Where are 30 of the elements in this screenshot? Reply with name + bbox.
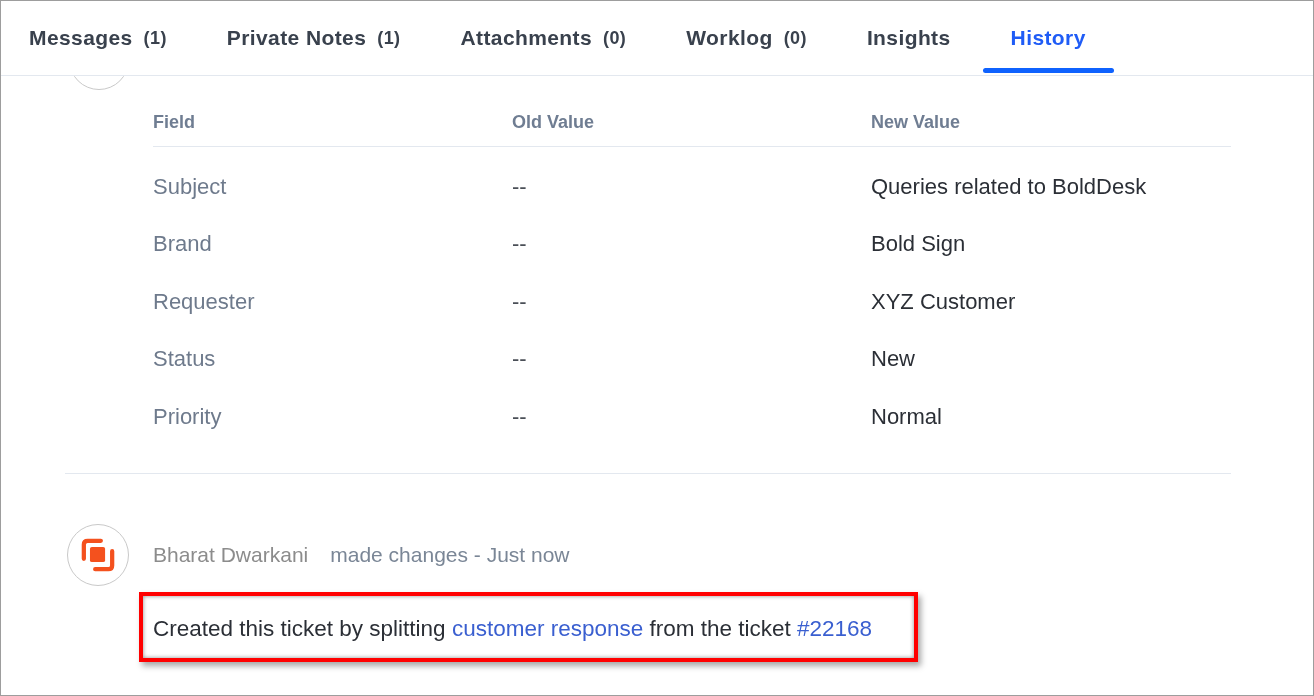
table-cell-text: Subject bbox=[153, 172, 228, 201]
table-cell-text: Status bbox=[153, 345, 217, 374]
logo-icon bbox=[81, 537, 115, 572]
table-cell-text: -- bbox=[512, 287, 528, 316]
tab[interactable]: History bbox=[982, 1, 1114, 75]
table-cell-text: -- bbox=[512, 345, 528, 374]
tab[interactable]: Insights bbox=[838, 1, 979, 75]
table-cell-text: Priority bbox=[153, 402, 223, 431]
column-header: New Value bbox=[871, 111, 962, 134]
table-cell-text: Requester bbox=[153, 287, 256, 316]
message-text: Created this ticket by splitting customer response from the ticket #22168 bbox=[153, 615, 873, 642]
author-name: Bharat Dwarkani bbox=[153, 542, 309, 567]
column-header: Old Value bbox=[512, 111, 596, 134]
table-cell-text: New bbox=[871, 345, 916, 374]
table-cell-text: -- bbox=[512, 230, 528, 259]
action-text: made changes - Just now bbox=[330, 542, 570, 567]
tab[interactable]: Attachments (0) bbox=[432, 1, 655, 75]
table-cell-text: Queries related to BoldDesk bbox=[871, 172, 1148, 201]
table-cell-text: Bold Sign bbox=[871, 230, 967, 259]
tab[interactable]: Worklog (0) bbox=[658, 1, 835, 75]
table-cell-text: XYZ Customer bbox=[871, 287, 1017, 316]
link[interactable]: customer response bbox=[451, 615, 644, 641]
table-cell-text: -- bbox=[512, 172, 528, 201]
column-header: Field bbox=[153, 111, 196, 134]
table-cell-text: Brand bbox=[153, 230, 213, 259]
link[interactable]: #22168 bbox=[797, 615, 873, 641]
tab[interactable]: Private Notes (1) bbox=[198, 1, 429, 75]
table-cell-text: -- bbox=[512, 402, 528, 431]
table-cell-text: Normal bbox=[871, 402, 943, 431]
tab[interactable]: Messages (1) bbox=[1, 1, 195, 75]
